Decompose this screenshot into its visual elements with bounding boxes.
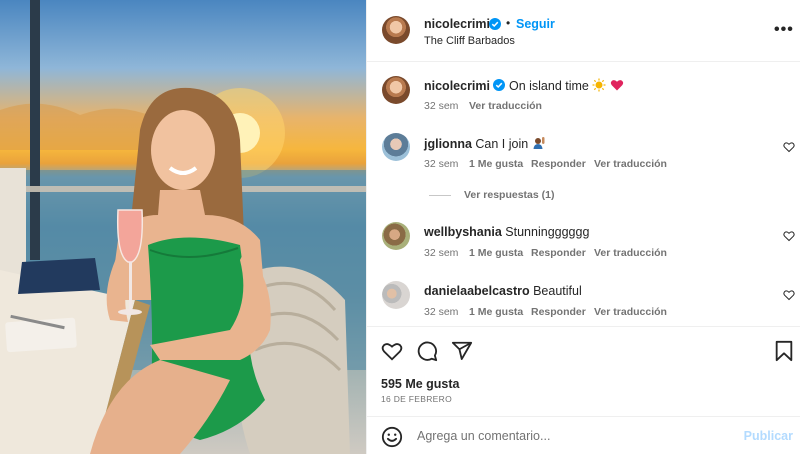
comment-translate-link[interactable]: Ver traducción <box>594 247 667 259</box>
commenter-avatar[interactable] <box>382 133 410 161</box>
emoji-icon[interactable] <box>381 426 403 448</box>
comment-time[interactable]: 32 sem <box>424 247 458 259</box>
follow-button[interactable]: Seguir <box>516 17 555 31</box>
sun-emoji-icon <box>592 78 606 92</box>
caption-text: On island time <box>508 79 589 93</box>
caption-author-avatar[interactable] <box>382 76 410 104</box>
comment-time[interactable]: 32 sem <box>424 158 458 170</box>
post-photo-illustration <box>0 0 366 454</box>
likes-count[interactable]: 595 Me gusta <box>381 377 460 391</box>
heart-emoji-icon <box>610 80 623 91</box>
comment-time[interactable]: 32 sem <box>424 306 458 318</box>
comment-likes[interactable]: 1 Me gusta <box>469 306 523 318</box>
comment-text: Stunningggggg <box>505 225 590 239</box>
heart-icon[interactable] <box>381 340 403 362</box>
view-replies-button[interactable]: Ver respuestas (1) <box>464 189 554 201</box>
bookmark-icon[interactable] <box>773 340 795 362</box>
comment-text: Can I join <box>475 137 529 151</box>
comment-username[interactable]: danielaabelcastro <box>424 284 530 298</box>
author-username[interactable]: nicolecrimi <box>424 17 490 31</box>
instagram-post-view: nicolecrimi • Seguir The Cliff Barbados … <box>0 0 800 454</box>
comment-like-icon[interactable] <box>783 289 795 301</box>
post-side-panel: nicolecrimi • Seguir The Cliff Barbados … <box>366 0 800 454</box>
verified-badge-icon <box>493 79 506 91</box>
comment-reply-button[interactable]: Responder <box>531 247 586 259</box>
share-icon[interactable] <box>451 340 473 362</box>
comment-1: jglionna Can I join <box>424 136 546 151</box>
comment-like-icon[interactable] <box>783 230 795 242</box>
comment-bar: Publicar <box>367 416 800 454</box>
post-location[interactable]: The Cliff Barbados <box>424 35 515 47</box>
caption: nicolecrimi On island time <box>424 78 624 93</box>
comment-input[interactable] <box>417 427 737 445</box>
comment-translate-link[interactable]: Ver traducción <box>594 158 667 170</box>
comment-text: Beautiful <box>533 284 582 298</box>
comment-username[interactable]: jglionna <box>424 137 472 151</box>
author-avatar[interactable] <box>382 16 410 44</box>
verified-badge-icon <box>489 18 501 30</box>
replies-divider <box>429 195 451 196</box>
comment-translate-link[interactable]: Ver traducción <box>594 306 667 318</box>
post-date[interactable]: 16 DE FEBRERO <box>381 394 452 404</box>
header-separator: • <box>506 16 511 30</box>
comment-like-icon[interactable] <box>783 141 795 153</box>
commenter-avatar[interactable] <box>382 222 410 250</box>
comment-3: danielaabelcastro Beautiful <box>424 284 582 298</box>
caption-username[interactable]: nicolecrimi <box>424 79 490 93</box>
post-actions: 595 Me gusta 16 DE FEBRERO <box>367 326 800 416</box>
comment-2: wellbyshania Stunningggggg <box>424 225 589 239</box>
post-photo[interactable] <box>0 0 366 454</box>
caption-time[interactable]: 32 sem <box>424 100 458 112</box>
comment-icon[interactable] <box>416 340 438 362</box>
comment-reply-button[interactable]: Responder <box>531 158 586 170</box>
more-options-icon[interactable]: ••• <box>774 21 794 39</box>
raising-hand-emoji-icon <box>533 137 545 149</box>
comment-likes[interactable]: 1 Me gusta <box>469 247 523 259</box>
commenter-avatar[interactable] <box>382 281 410 309</box>
publish-button[interactable]: Publicar <box>744 429 793 443</box>
comment-likes[interactable]: 1 Me gusta <box>469 158 523 170</box>
comment-reply-button[interactable]: Responder <box>531 306 586 318</box>
comment-username[interactable]: wellbyshania <box>424 225 502 239</box>
post-header: nicolecrimi • Seguir The Cliff Barbados … <box>367 0 800 62</box>
caption-translate-link[interactable]: Ver traducción <box>469 100 542 112</box>
